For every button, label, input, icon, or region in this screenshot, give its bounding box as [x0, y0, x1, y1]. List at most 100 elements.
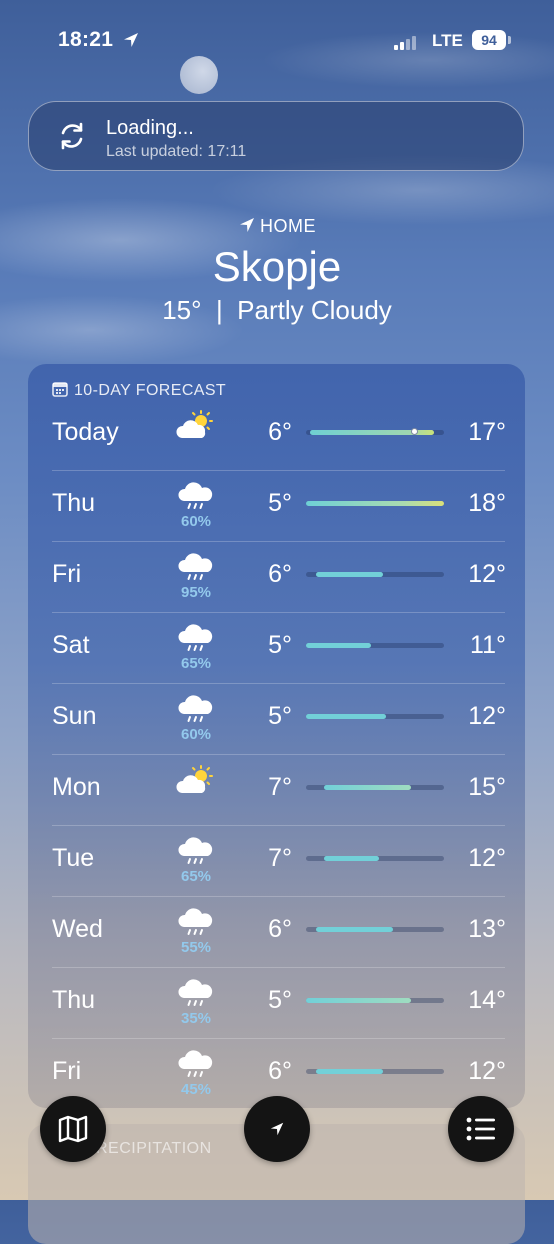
- row-divider: [52, 541, 505, 542]
- battery-indicator: 94: [472, 30, 506, 50]
- temperature-range-bar: [306, 785, 444, 790]
- temperature-range-fill: [306, 501, 444, 506]
- map-button[interactable]: [40, 1096, 106, 1162]
- forecast-row[interactable]: Thu 35% 5° 14°: [28, 967, 525, 1038]
- forecast-row[interactable]: Tue 65% 7° 12°: [28, 825, 525, 896]
- high-temp: 12°: [468, 1057, 506, 1085]
- temperature-range-bar: [306, 1069, 444, 1074]
- location-arrow-icon: [270, 1122, 284, 1136]
- low-temp: 7°: [268, 844, 292, 872]
- forecast-day: Fri: [52, 560, 82, 588]
- low-temp: 6°: [268, 915, 292, 943]
- rain-cloud-icon: [174, 978, 218, 1010]
- forecast-day: Sat: [52, 631, 90, 659]
- location-label-text: HOME: [260, 216, 316, 236]
- rain-cloud-icon: [174, 1049, 218, 1081]
- network-type: LTE: [432, 31, 463, 50]
- high-temp: 18°: [468, 489, 506, 517]
- refresh-icon: [61, 122, 83, 150]
- precipitation-chance: 65%: [180, 655, 212, 672]
- precipitation-chance: 55%: [180, 939, 212, 956]
- forecast-row[interactable]: Today 6° 17°: [28, 399, 525, 470]
- temperature-range-bar: [306, 501, 444, 506]
- precipitation-chance: 95%: [180, 584, 212, 601]
- battery-cap: [508, 36, 511, 44]
- forecast-row[interactable]: Sun 60% 5° 12°: [28, 683, 525, 754]
- location-label: HOME: [0, 216, 554, 237]
- partly-cloudy-sun-icon: [174, 765, 218, 797]
- high-temp: 12°: [468, 702, 506, 730]
- location-list-button[interactable]: [448, 1096, 514, 1162]
- list-icon: [466, 1117, 495, 1141]
- forecast-row[interactable]: Mon 7° 15°: [28, 754, 525, 825]
- precipitation-chance: 60%: [180, 513, 212, 530]
- row-divider: [52, 612, 505, 613]
- loading-banner[interactable]: Loading... Last updated: 17:11: [28, 101, 524, 171]
- temperature-range-fill: [306, 714, 387, 719]
- rain-cloud-icon: [174, 623, 218, 655]
- temperature-range-fill: [306, 643, 371, 648]
- forecast-header-label: 10-DAY FORECAST: [74, 382, 227, 399]
- moon: [180, 56, 218, 94]
- low-temp: 5°: [268, 631, 292, 659]
- temperature-range-bar: [306, 927, 444, 932]
- row-divider: [52, 683, 505, 684]
- precipitation-header: RECIPITATION: [96, 1140, 212, 1157]
- row-divider: [52, 754, 505, 755]
- forecast-row[interactable]: Wed 55% 6° 13°: [28, 896, 525, 967]
- row-divider: [52, 896, 505, 897]
- temperature-range-bar: [306, 572, 444, 577]
- city-name: Skopje: [212, 243, 342, 290]
- temperature-range-bar: [306, 998, 444, 1003]
- high-temp: 12°: [468, 844, 506, 872]
- precipitation-chance: 60%: [180, 726, 212, 743]
- current-summary: 15° | Partly Cloudy: [162, 295, 392, 325]
- cellular-signal-icon: [394, 34, 424, 50]
- forecast-day: Thu: [52, 489, 96, 517]
- high-temp: 12°: [468, 560, 506, 588]
- precipitation-chance: 45%: [180, 1081, 212, 1098]
- low-temp: 7°: [268, 773, 292, 801]
- precipitation-chance: 35%: [180, 1010, 212, 1027]
- low-temp: 6°: [268, 418, 292, 446]
- temperature-range-fill: [315, 1069, 384, 1074]
- row-divider: [52, 967, 505, 968]
- forecast-row[interactable]: Fri 95% 6° 12°: [28, 541, 525, 612]
- status-bar: 18:21 LTE 94: [0, 26, 554, 58]
- low-temp: 6°: [268, 1057, 292, 1085]
- temperature-range-fill: [315, 927, 393, 932]
- rain-cloud-icon: [174, 836, 218, 868]
- current-location-button[interactable]: [244, 1096, 310, 1162]
- forecast-day: Mon: [52, 773, 101, 801]
- forecast-row[interactable]: Thu 60% 5° 18°: [28, 470, 525, 541]
- forecast-row[interactable]: Sat 65% 5° 11°: [28, 612, 525, 683]
- location-services-icon: [124, 33, 138, 47]
- temperature-range-fill: [323, 856, 380, 861]
- precipitation-chance: 65%: [180, 868, 212, 885]
- row-divider: [52, 1038, 505, 1039]
- rain-cloud-icon: [174, 481, 218, 513]
- high-temp: 15°: [468, 773, 506, 801]
- low-temp: 5°: [268, 489, 292, 517]
- low-temp: 6°: [268, 560, 292, 588]
- high-temp: 17°: [468, 418, 506, 446]
- temperature-range-bar: [306, 856, 444, 861]
- forecast-day: Today: [52, 418, 119, 446]
- ten-day-forecast-card[interactable]: 10-DAY FORECAST Today 6° 17° Thu 60% 5° 18° Fri…: [28, 364, 525, 1108]
- temperature-range-fill: [323, 785, 411, 790]
- temperature-range-fill: [306, 998, 411, 1003]
- map-icon: [58, 1115, 88, 1143]
- calendar-icon: [52, 382, 68, 397]
- temperature-range-bar: [306, 428, 444, 435]
- rain-cloud-icon: [174, 907, 218, 939]
- forecast-header: 10-DAY FORECAST: [52, 381, 226, 400]
- low-temp: 5°: [268, 986, 292, 1014]
- temperature-range-fill: [315, 572, 384, 577]
- temperature-range-bar: [306, 714, 444, 719]
- status-time: 18:21: [58, 28, 114, 51]
- high-temp: 13°: [468, 915, 506, 943]
- forecast-day: Sun: [52, 702, 97, 730]
- rain-cloud-icon: [174, 694, 218, 726]
- last-updated: Last updated: 17:11: [106, 143, 247, 160]
- row-divider: [52, 825, 505, 826]
